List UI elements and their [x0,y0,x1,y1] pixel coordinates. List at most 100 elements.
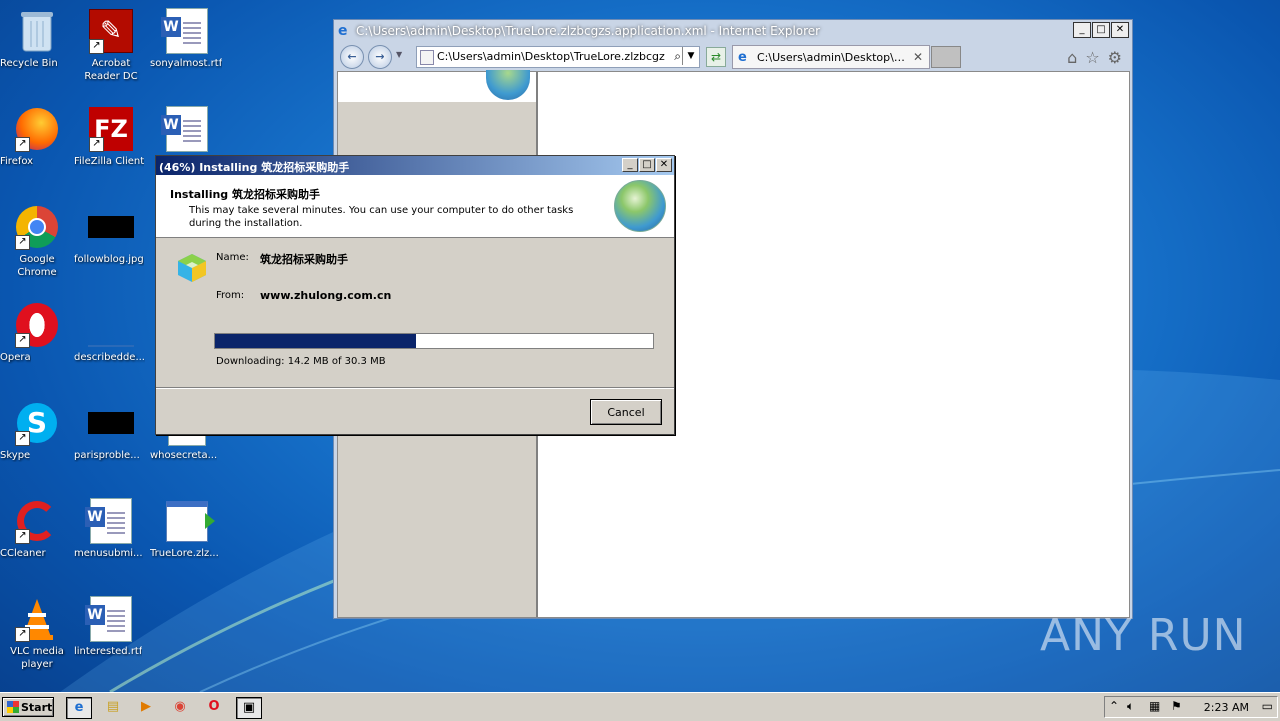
word-doc-icon [161,106,211,152]
desktop-icon-chrome[interactable]: ↗ Google Chrome [0,204,74,278]
taskbar-ie-button[interactable]: e [66,697,92,719]
back-arrow-icon: ← [347,50,357,63]
desktop-icon-word-doc[interactable] [150,106,224,155]
clock[interactable]: 2:23 AM [1204,701,1249,714]
dialog-subtext: This may take several minutes. You can u… [189,205,574,229]
refresh-button[interactable]: ⇄ [706,47,726,67]
from-value: www.zhulong.com.cn [260,289,392,302]
desktop-icon-parisproble[interactable]: parisproble... [74,400,148,461]
desktop-icon-ccleaner[interactable]: ↗ CCleaner [0,498,74,559]
ie-titlebar[interactable]: e C:\Users\admin\Desktop\TrueLore.zlzbcg… [334,20,1132,42]
anyrun-watermark: ANY RUN [1040,610,1247,661]
taskbar-chrome-button[interactable]: ◉ [168,697,192,717]
forward-arrow-icon: → [375,50,385,63]
desktop-icon-menusubmi[interactable]: menusubmi... [74,498,148,559]
image-file-icon [87,204,135,250]
application-file-icon [163,498,215,544]
back-button[interactable]: ← [340,45,364,69]
desktop-icon-sonyalmost[interactable]: sonyalmost.rtf [150,8,224,69]
desktop-icon-filezilla[interactable]: FZ ↗ FileZilla Client [74,106,148,167]
installer-window-icon: ▣ [242,700,256,715]
taskbar: Start e ▤ ▶ ◉ O ▣ ⌃ 🔈︎ ▦ ⚑ 2:23 AM ▭ [0,692,1280,721]
desktop-icon-opera[interactable]: ↗ Opera [0,302,74,363]
dialog-header: Installing 筑龙招标采购助手 This may take severa… [156,175,674,238]
address-dropdown-icon[interactable]: ▼ [682,47,699,65]
file-icon [87,302,135,348]
network-icon[interactable]: ▦ [1149,699,1160,713]
dialog-titlebar[interactable]: (46%) Installing 筑龙招标采购助手 _ □ ✕ [156,156,674,175]
action-center-flag-icon[interactable]: ⚑ [1171,699,1182,713]
ie-icon: e [74,700,84,715]
name-value: 筑龙招标采购助手 [260,253,348,266]
recycle-bin-icon [13,8,61,54]
dialog-maximize-button[interactable]: □ [639,158,655,172]
vlc-cone-icon: ↗ [13,596,61,642]
desktop-icon-followblog[interactable]: followblog.jpg [74,204,148,265]
close-tab-icon[interactable]: ✕ [913,50,923,64]
forward-button[interactable]: → [368,45,392,69]
progress-fill [215,334,417,348]
history-dropdown-icon[interactable]: ▼ [396,50,402,59]
desktop-icon-describedde[interactable]: describedde... [74,302,148,363]
name-label: Name: [216,252,249,263]
ie-navbar: ← → ▼ C:\Users\admin\Desktop\TrueLore.zl… [334,42,1132,70]
maximize-button[interactable]: □ [1092,22,1110,38]
word-doc-icon [85,596,135,642]
system-tray: ⌃ 🔈︎ ▦ ⚑ 2:23 AM ▭ [1104,696,1278,718]
ccleaner-icon: ↗ [13,498,61,544]
minimize-button[interactable]: _ [1073,22,1091,38]
refresh-icon: ⇄ [710,50,722,64]
ie-icon: e [338,23,348,39]
taskbar-installer-button[interactable]: ▣ [236,697,262,719]
dialog-body: Name: 筑龙招标采购助手 From: www.zhulong.com.cn … [156,238,674,386]
address-bar[interactable]: C:\Users\admin\Desktop\TrueLore.zlzbcgzs… [416,46,700,68]
media-player-icon: ▶ [141,699,151,714]
dialog-minimize-button[interactable]: _ [622,158,638,172]
cancel-button[interactable]: Cancel [590,399,662,425]
taskbar-media-button[interactable]: ▶ [134,697,158,717]
show-hidden-icons-icon[interactable]: ⌃ [1109,699,1119,713]
desktop-icon-firefox[interactable]: ↗ Firefox [0,106,74,167]
taskbar-explorer-button[interactable]: ▤ [101,697,125,717]
acrobat-icon: ✎ ↗ [87,8,135,54]
volume-icon[interactable]: 🔈︎ [1127,699,1134,714]
favorites-star-icon[interactable]: ☆ [1085,48,1099,67]
opera-icon: O [208,699,220,714]
word-doc-icon [161,8,211,54]
desktop-icon-skype[interactable]: S ↗ Skype [0,400,74,461]
close-button[interactable]: ✕ [1111,22,1129,38]
filezilla-icon: FZ ↗ [87,106,135,152]
desktop-icon-vlc[interactable]: ↗ VLC media player [0,596,74,670]
chrome-icon: ↗ [13,204,61,250]
app-cube-icon [178,254,206,282]
browser-tab[interactable]: e C:\Users\admin\Desktop\TrueLore.zlzbcg… [732,45,930,69]
skype-icon: S ↗ [13,400,61,446]
desktop-icon-recycle-bin[interactable]: Recycle Bin [0,8,74,69]
from-label: From: [216,290,245,301]
home-icon[interactable]: ⌂ [1067,48,1077,67]
image-file-icon [87,400,135,446]
dialog-close-button[interactable]: ✕ [656,158,672,172]
address-input[interactable]: C:\Users\admin\Desktop\TrueLore.zlzbcgzs… [437,50,665,63]
page-icon [420,50,434,65]
desktop-icon-linterested[interactable]: linterested.rtf [74,596,148,657]
windows-flag-icon [7,701,19,713]
download-status: Downloading: 14.2 MB of 30.3 MB [216,356,386,367]
download-progress-bar [214,333,654,349]
ie-window-title: C:\Users\admin\Desktop\TrueLore.zlzbcgzs… [356,24,821,38]
tab-title: C:\Users\admin\Desktop\TrueLore.zlzbcgzs… [757,51,905,64]
gear-icon[interactable]: ⚙ [1108,48,1122,67]
new-tab-button[interactable] [931,46,961,68]
firefox-icon: ↗ [13,106,61,152]
taskbar-opera-button[interactable]: O [202,697,226,717]
desktop-icon-truelore[interactable]: TrueLore.zlz... [150,498,224,559]
search-icon[interactable]: ⌕ [674,49,681,64]
start-button[interactable]: Start [2,697,54,717]
show-desktop-icon[interactable]: ▭ [1262,699,1273,713]
install-dialog[interactable]: (46%) Installing 筑龙招标采购助手 _ □ ✕ Installi… [155,155,675,435]
word-doc-icon [85,498,135,544]
dialog-title: (46%) Installing 筑龙招标采购助手 [159,161,350,174]
desktop-icon-acrobat[interactable]: ✎ ↗ Acrobat Reader DC [74,8,148,82]
globe-icon [614,180,666,232]
folder-icon: ▤ [106,699,120,714]
